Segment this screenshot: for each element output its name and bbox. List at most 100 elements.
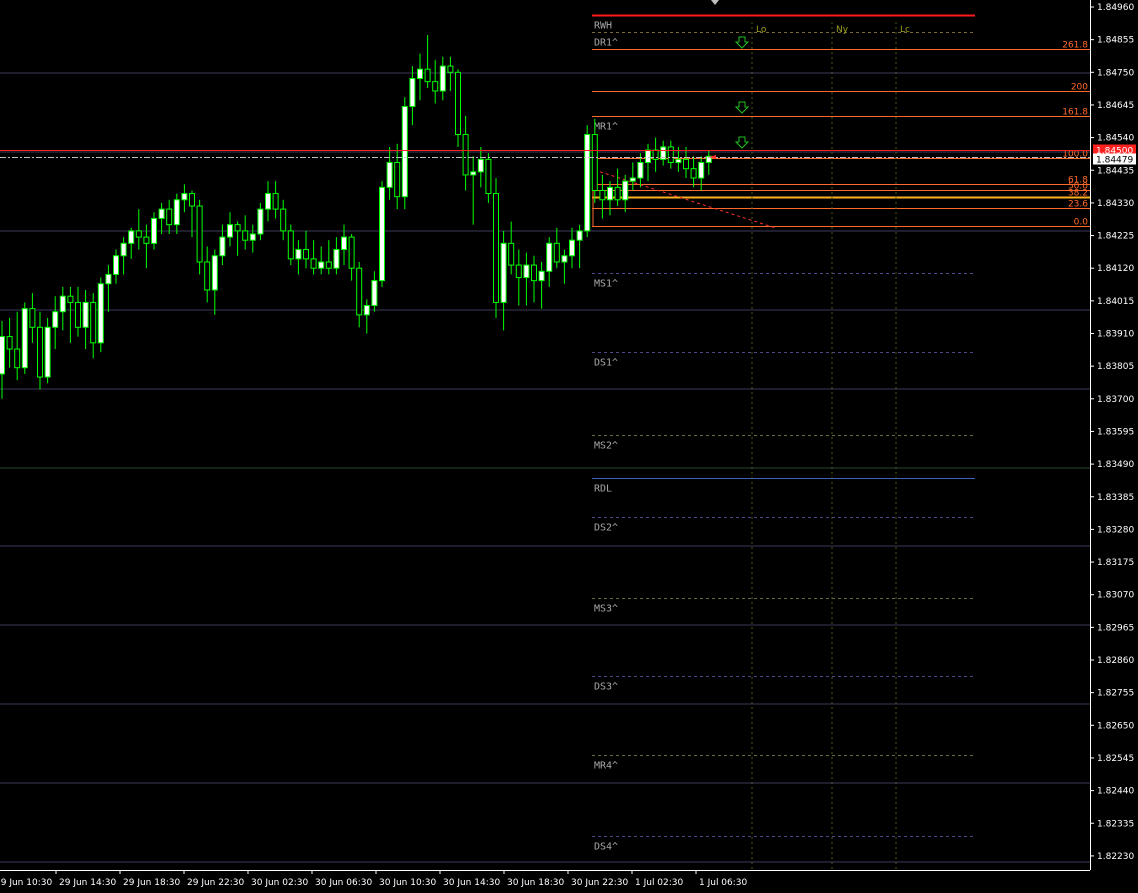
candle	[515, 249, 522, 306]
candle	[401, 97, 408, 210]
candle-body	[0, 336, 5, 375]
candle	[667, 140, 674, 169]
candle	[82, 289, 89, 350]
candle-body	[325, 261, 332, 269]
candle-body	[189, 193, 195, 207]
candle	[97, 277, 104, 353]
candle-body	[447, 65, 454, 73]
candle-body	[249, 233, 256, 241]
y-tick-label: 1.83280	[1097, 525, 1134, 535]
candle	[280, 199, 287, 241]
fib-label: 23.6	[1068, 200, 1088, 210]
y-tick-label: 1.83805	[1097, 362, 1134, 372]
pivot-level-label: MR1^	[594, 122, 618, 133]
candle	[698, 156, 705, 191]
candle-body	[67, 295, 74, 303]
candle-body	[348, 236, 355, 269]
down-arrow-icon	[734, 136, 750, 149]
y-tick-label: 1.84435	[1097, 166, 1134, 176]
candle-body	[371, 280, 378, 307]
candle	[52, 296, 59, 350]
candle	[14, 311, 21, 381]
candle-body	[409, 78, 416, 108]
candle-body	[265, 193, 271, 210]
candle-body	[622, 180, 629, 201]
candle	[181, 184, 188, 213]
pivot-level-label: DR1^	[594, 38, 618, 49]
candle-body	[257, 208, 264, 235]
y-tick-label: 1.82860	[1097, 656, 1134, 666]
candle	[455, 69, 461, 147]
candle-body	[599, 189, 606, 201]
candle	[500, 230, 507, 331]
candle	[135, 209, 142, 250]
y-tick-label: 1.83700	[1097, 395, 1134, 405]
y-tick-label: 1.84540	[1097, 134, 1134, 144]
candle-body	[553, 242, 560, 263]
candle	[538, 261, 545, 309]
candle	[227, 212, 233, 247]
candle	[705, 150, 712, 175]
candle	[90, 293, 97, 359]
pivot-level-label: DS2^	[594, 523, 618, 534]
candle-body	[470, 171, 477, 176]
candle-body	[272, 193, 279, 210]
pivot-level-label: DS1^	[594, 358, 618, 369]
candle	[645, 143, 651, 182]
candle	[652, 137, 659, 172]
candle-body	[591, 133, 598, 191]
candle-body	[59, 295, 66, 313]
candle	[508, 221, 515, 275]
y-tick-label: 1.83490	[1097, 460, 1134, 470]
candle-body	[523, 264, 530, 279]
candle-body	[113, 255, 119, 275]
x-tick-label: 29 Jun 10:30	[0, 878, 52, 888]
candle	[303, 230, 309, 269]
candle-body	[561, 255, 568, 263]
candle	[485, 153, 492, 203]
candle-body	[287, 230, 294, 260]
candle	[295, 240, 302, 275]
candle	[424, 34, 431, 88]
candle	[59, 286, 66, 331]
y-tick-label: 1.83070	[1097, 591, 1134, 601]
candle-body	[477, 158, 484, 173]
x-tick-label: 1 Jul 02:30	[635, 878, 684, 888]
candle-body	[607, 186, 613, 201]
fib-label: 0.0	[1074, 218, 1089, 228]
down-arrow-icon	[734, 36, 750, 49]
x-tick-label: 30 Jun 22:30	[571, 878, 628, 888]
y-tick-label: 1.82545	[1097, 754, 1134, 764]
shift-marker-icon	[711, 0, 719, 5]
candle-body	[242, 230, 249, 241]
bid-price-label: 1.84479	[1096, 156, 1133, 166]
candle-body	[37, 326, 43, 378]
candle-body	[303, 249, 309, 260]
candle	[0, 321, 5, 399]
candle	[584, 125, 591, 238]
candle-body	[569, 239, 575, 257]
y-tick-label: 1.83595	[1097, 427, 1134, 437]
session-label: Ny	[836, 25, 849, 35]
pivot-level-label: RDL	[594, 484, 612, 495]
candle	[6, 317, 13, 368]
candle-body	[181, 193, 188, 201]
candle	[447, 56, 454, 91]
fib-label: 38.2	[1068, 189, 1088, 199]
y-tick-label: 1.84750	[1097, 68, 1134, 78]
candle-body	[531, 264, 537, 282]
x-tick-label: 30 Jun 02:30	[251, 878, 308, 888]
candle	[211, 249, 218, 315]
candle	[44, 317, 51, 384]
candle	[546, 237, 553, 287]
y-tick-label: 1.83910	[1097, 330, 1134, 340]
pivot-level-label: DS3^	[594, 682, 618, 693]
candle-body	[166, 208, 173, 226]
candle	[607, 181, 613, 216]
y-tick-label: 1.84960	[1097, 3, 1134, 13]
price-chart[interactable]: RWH DR1^ MR1^ MS1^ DS1^ MS2^ RDL DS2^ MS3^ DS3^ MR…	[0, 0, 1138, 893]
candle-body	[432, 81, 439, 92]
candle-body	[333, 249, 340, 269]
candle-body	[318, 261, 325, 269]
candle-body	[683, 158, 689, 170]
